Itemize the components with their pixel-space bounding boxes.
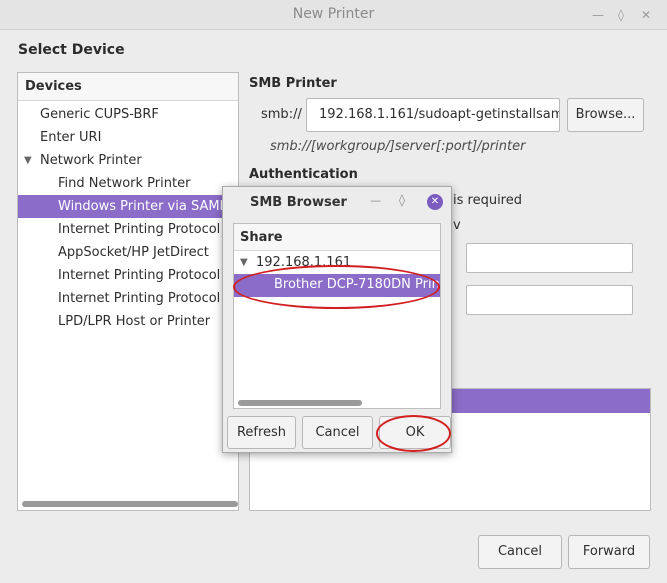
dialog-titlebar: SMB Browser — ◊ ✕ [223, 187, 451, 217]
minimize-icon[interactable]: — [370, 194, 381, 207]
share-header-row[interactable]: Share [234, 224, 440, 251]
device-item[interactable]: Internet Printing Protocol (ht [18, 287, 238, 310]
auth-required-text: is required [453, 193, 522, 208]
smb-uri-hint: smb://[workgroup/]server[:port]/printer [270, 139, 526, 154]
annotation-oval-ok [376, 415, 451, 452]
devices-panel: Devices Generic CUPS-BRF Enter URI ▼ Networ… [17, 72, 239, 511]
device-item[interactable]: ▼ Network Printer [18, 149, 238, 172]
dialog-cancel-button[interactable]: Cancel [302, 416, 373, 449]
window-title: New Printer [292, 6, 375, 22]
smb-heading: SMB Printer [249, 76, 337, 91]
devices-scrollbar[interactable] [22, 501, 238, 507]
devices-header[interactable]: Devices [18, 73, 238, 101]
authentication-heading: Authentication [249, 167, 358, 182]
dialog-title: SMB Browser [250, 195, 347, 210]
chevron-down-icon[interactable]: ▼ [240, 257, 248, 268]
browse-button[interactable]: Browse... [567, 98, 644, 132]
share-scrollbar[interactable] [238, 400, 362, 406]
device-item-label: Windows Printer via SAMBA [58, 199, 238, 214]
refresh-button[interactable]: Refresh [227, 416, 296, 449]
share-list: Share ▼ 192.168.1.161 Brother DCP-7180DN… [233, 223, 441, 409]
close-icon[interactable]: ✕ [638, 7, 654, 23]
close-icon[interactable]: ✕ [427, 194, 443, 210]
username-field[interactable] [466, 243, 633, 273]
restore-icon[interactable]: ◊ [399, 193, 405, 207]
smb-prefix-label: smb:// [261, 107, 302, 122]
restore-icon[interactable]: ◊ [613, 7, 629, 23]
forward-button[interactable]: Forward [568, 535, 650, 569]
password-field[interactable] [466, 285, 633, 315]
device-item[interactable]: Generic CUPS-BRF [18, 103, 238, 126]
device-item[interactable]: Internet Printing Protocol (ip [18, 218, 238, 241]
device-item[interactable]: LPD/LPR Host or Printer [18, 310, 238, 333]
chevron-down-icon[interactable]: ▼ [24, 149, 32, 172]
share-header: Share [240, 230, 283, 245]
device-item-label: Internet Printing Protocol (ht [58, 291, 238, 306]
device-item-label: Internet Printing Protocol (ip [58, 222, 238, 237]
annotation-oval-printer [233, 265, 440, 309]
device-item[interactable]: Enter URI [18, 126, 238, 149]
smb-uri-input[interactable]: 192.168.1.161/sudoapt-getinstallsamba [306, 98, 560, 132]
device-item[interactable]: Windows Printer via SAMBA [18, 195, 238, 218]
device-item[interactable]: Find Network Printer [18, 172, 238, 195]
device-item[interactable]: Internet Printing Protocol (ip [18, 264, 238, 287]
device-item-label: Find Network Printer [58, 176, 191, 191]
device-item-label: Generic CUPS-BRF [40, 107, 159, 122]
device-item[interactable]: AppSocket/HP JetDirect [18, 241, 238, 264]
page-title: Select Device [18, 42, 125, 58]
window-titlebar: New Printer — ◊ ✕ [0, 0, 667, 30]
cancel-button[interactable]: Cancel [478, 535, 562, 569]
device-item-label: Internet Printing Protocol (ip [58, 268, 238, 283]
device-item-label: AppSocket/HP JetDirect [58, 245, 209, 260]
device-item-label: Network Printer [40, 153, 142, 168]
device-item-label: LPD/LPR Host or Printer [58, 314, 211, 329]
minimize-icon[interactable]: — [590, 7, 606, 23]
auth-option-text: v [453, 218, 461, 233]
devices-list: Generic CUPS-BRF Enter URI ▼ Network Printe… [18, 103, 238, 333]
smb-browser-dialog: SMB Browser — ◊ ✕ Share ▼ 192.168.1.161 … [222, 186, 452, 453]
device-item-label: Enter URI [40, 130, 102, 145]
